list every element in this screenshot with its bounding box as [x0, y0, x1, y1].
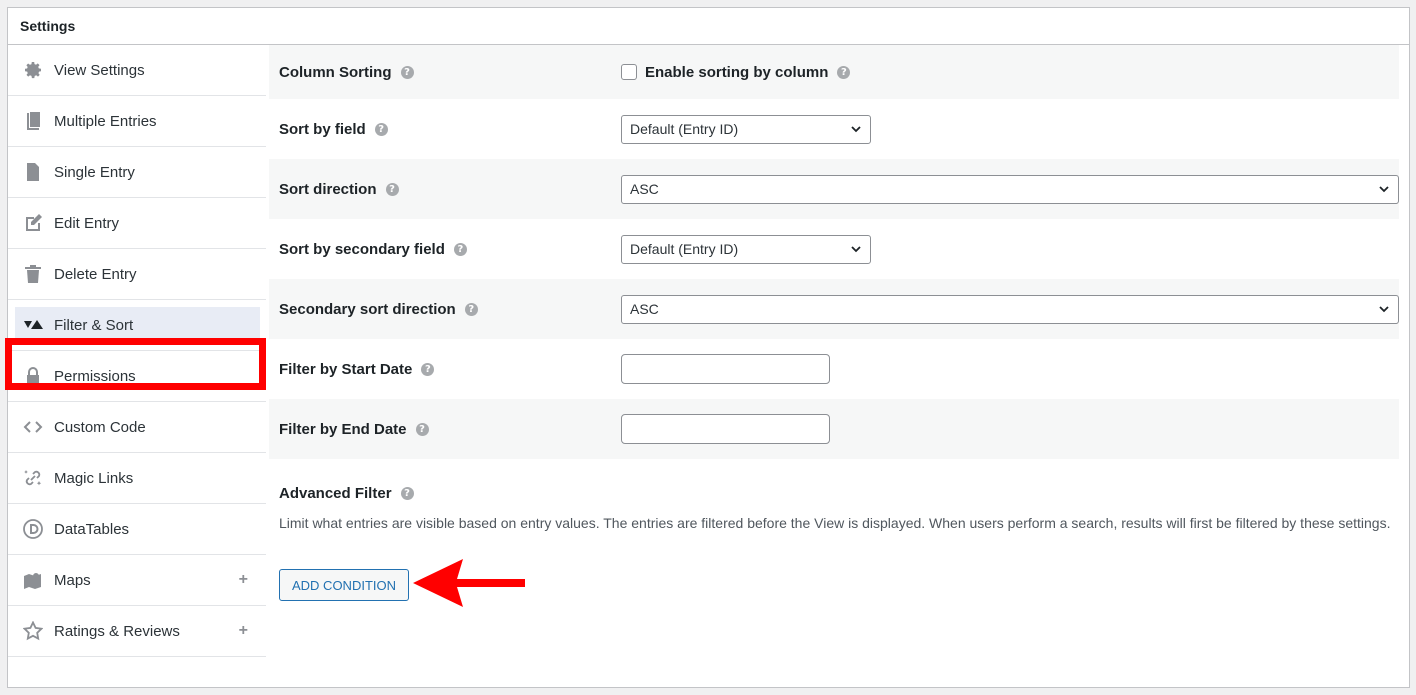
- row-column-sorting: Column Sorting ? Enable sorting by colum…: [269, 45, 1399, 99]
- settings-content: Column Sorting ? Enable sorting by colum…: [269, 45, 1409, 687]
- sidebar-item-label: Delete Entry: [54, 265, 137, 283]
- filter-start-date-label: Filter by Start Date: [279, 360, 413, 378]
- panel-title: Settings: [8, 8, 1409, 45]
- sidebar-item-label: Maps: [54, 571, 91, 589]
- enable-sorting-checkbox[interactable]: [621, 64, 637, 80]
- edit-page-icon: [22, 212, 44, 234]
- start-date-input[interactable]: [621, 354, 830, 384]
- select-value: Default (Entry ID): [630, 241, 739, 257]
- sidebar-item-edit-entry[interactable]: Edit Entry: [8, 198, 266, 249]
- sidebar-item-single-entry[interactable]: Single Entry: [8, 147, 266, 198]
- magic-link-icon: [22, 467, 44, 489]
- checkbox-label[interactable]: Enable sorting by column: [645, 64, 828, 81]
- column-sorting-control: Enable sorting by column ?: [621, 64, 851, 81]
- sidebar-item-magic-links[interactable]: Magic Links: [8, 453, 266, 504]
- help-icon[interactable]: ?: [421, 362, 435, 376]
- sidebar-item-label: Filter & Sort: [54, 316, 134, 334]
- settings-panel: Settings View Settings Multiple Entries …: [5, 7, 1410, 688]
- field-label: Sort by secondary field ?: [279, 241, 467, 258]
- expand-icon[interactable]: +: [239, 622, 248, 640]
- row-filter-start-date: Filter by Start Date ?: [269, 339, 1399, 399]
- sort-by-secondary-field-select[interactable]: Default (Entry ID): [621, 234, 871, 264]
- sidebar-item-permissions[interactable]: Permissions: [8, 351, 266, 402]
- sidebar-item-label: Magic Links: [54, 469, 134, 487]
- help-icon[interactable]: ?: [385, 182, 399, 196]
- sidebar-item-filter-sort[interactable]: Filter & Sort: [8, 300, 266, 351]
- filter-end-date-label: Filter by End Date: [279, 420, 407, 438]
- sidebar-item-delete-entry[interactable]: Delete Entry: [8, 249, 266, 300]
- sidebar-item-ratings-reviews[interactable]: Ratings & Reviews +: [8, 606, 266, 657]
- sidebar-item-maps[interactable]: Maps +: [8, 555, 266, 606]
- column-sorting-label: Column Sorting: [279, 63, 392, 81]
- field-label: Column Sorting ?: [279, 64, 414, 81]
- advanced-filter-label: Advanced Filter: [279, 485, 392, 502]
- sidebar-item-label: Permissions: [54, 367, 136, 385]
- page-icon: [22, 161, 44, 183]
- sidebar-item-label: Custom Code: [54, 418, 146, 436]
- row-secondary-sort-direction: Secondary sort direction ? ASC: [269, 279, 1399, 339]
- sidebar-item-label: View Settings: [54, 61, 145, 79]
- field-label: Sort by field ?: [279, 121, 388, 138]
- secondary-sort-direction-label: Secondary sort direction: [279, 300, 456, 318]
- sort-by-secondary-field-label: Sort by secondary field: [279, 240, 445, 258]
- chevron-down-icon: [851, 245, 861, 252]
- sidebar-item-label: Edit Entry: [54, 214, 120, 232]
- help-icon[interactable]: ?: [374, 122, 388, 136]
- lock-icon: [22, 365, 44, 387]
- add-condition-button[interactable]: ADD CONDITION: [279, 569, 409, 601]
- field-label: Sort direction ?: [279, 181, 399, 198]
- select-value: ASC: [630, 181, 659, 197]
- select-value: Default (Entry ID): [630, 121, 739, 137]
- star-icon: [22, 620, 44, 642]
- field-label: Filter by Start Date ?: [279, 360, 435, 378]
- select-value: ASC: [630, 301, 659, 317]
- row-sort-by-field: Sort by field ? Default (Entry ID): [269, 99, 1399, 159]
- help-icon[interactable]: ?: [464, 302, 478, 316]
- advanced-filter-title: Advanced Filter ?: [279, 485, 414, 502]
- advanced-filter-description: Limit what entries are visible based on …: [279, 515, 1391, 531]
- help-icon[interactable]: ?: [400, 65, 414, 79]
- help-icon[interactable]: ?: [400, 487, 414, 500]
- sidebar-item-view-settings[interactable]: View Settings: [8, 45, 266, 96]
- sidebar-item-label: Single Entry: [54, 163, 135, 181]
- active-item-background: [15, 307, 260, 342]
- field-label: Secondary sort direction ?: [279, 301, 478, 318]
- multiple-pages-icon: [22, 110, 44, 132]
- help-icon[interactable]: ?: [837, 65, 851, 79]
- chevron-down-icon: [1379, 185, 1389, 192]
- datatables-icon: [22, 518, 44, 540]
- row-sort-direction: Sort direction ? ASC: [269, 159, 1399, 219]
- help-icon[interactable]: ?: [453, 242, 467, 256]
- chevron-down-icon: [851, 125, 861, 132]
- chevron-down-icon: [1379, 305, 1389, 312]
- map-icon: [22, 569, 44, 591]
- end-date-input[interactable]: [621, 414, 830, 444]
- sort-direction-label: Sort direction: [279, 180, 377, 198]
- sidebar-item-datatables[interactable]: DataTables: [8, 504, 266, 555]
- row-sort-by-secondary-field: Sort by secondary field ? Default (Entry…: [269, 219, 1399, 279]
- sidebar-item-label: Multiple Entries: [54, 112, 157, 130]
- sidebar-item-multiple-entries[interactable]: Multiple Entries: [8, 96, 266, 147]
- trash-icon: [22, 263, 44, 285]
- filter-sort-icon: [22, 314, 44, 336]
- gear-icon: [22, 59, 44, 81]
- sidebar-item-custom-code[interactable]: Custom Code: [8, 402, 266, 453]
- help-icon[interactable]: ?: [415, 422, 429, 436]
- sidebar-item-label: Ratings & Reviews: [54, 622, 180, 640]
- sort-by-field-label: Sort by field: [279, 120, 366, 138]
- row-filter-end-date: Filter by End Date ?: [269, 399, 1399, 459]
- sort-direction-select[interactable]: ASC: [621, 174, 1399, 204]
- code-icon: [22, 416, 44, 438]
- sort-by-field-select[interactable]: Default (Entry ID): [621, 114, 871, 144]
- field-label: Filter by End Date ?: [279, 421, 429, 438]
- sidebar-item-label: DataTables: [54, 520, 130, 538]
- secondary-sort-direction-select[interactable]: ASC: [621, 294, 1399, 324]
- annotation-arrow-icon: [413, 559, 525, 607]
- expand-icon[interactable]: +: [239, 571, 248, 589]
- settings-sidebar: View Settings Multiple Entries Single En…: [5, 45, 268, 687]
